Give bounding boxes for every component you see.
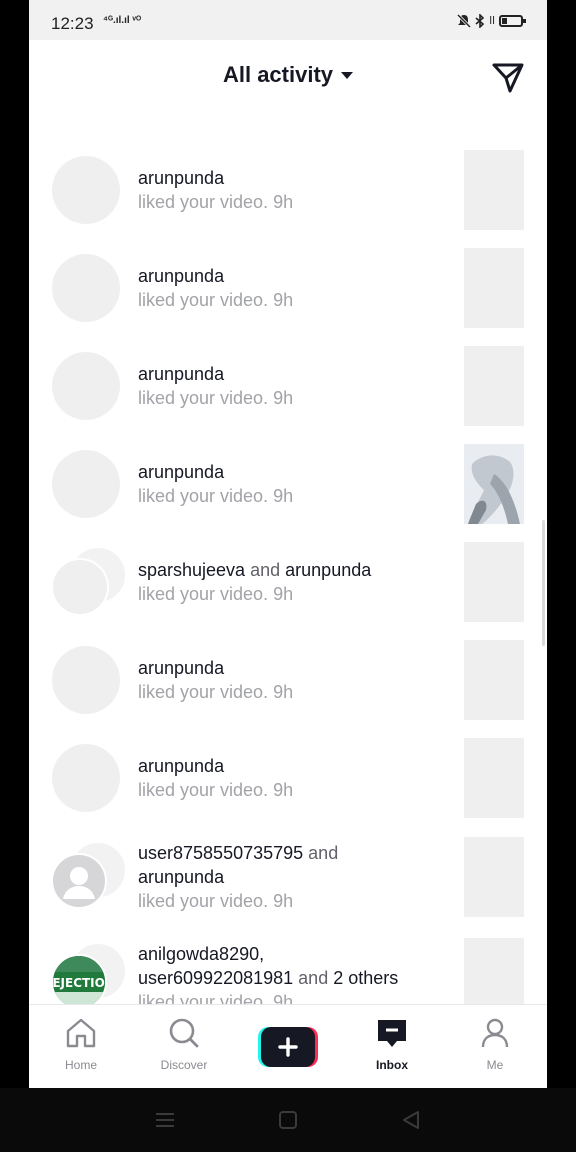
action-text: liked your video. — [138, 891, 269, 911]
list-item[interactable]: arunpunda liked your video. 9h — [29, 738, 547, 836]
timestamp: 9h — [273, 486, 294, 506]
home-icon — [66, 1018, 96, 1048]
action-text: liked your video. — [138, 486, 269, 506]
nav-label: Me — [486, 1058, 504, 1072]
app-screen: 12:23 ⁴ᴳ.ıl.ıl ᵛᴼ ǀǀ All activity arunpu… — [29, 0, 547, 1088]
nav-label: Discover — [160, 1058, 208, 1072]
action-text: liked your video. — [138, 780, 269, 800]
timestamp: 9h — [273, 388, 294, 408]
action-text: liked your video. — [138, 290, 269, 310]
status-bar: 12:23 ⁴ᴳ.ıl.ıl ᵛᴼ ǀǀ — [29, 0, 547, 40]
paper-plane-icon[interactable] — [491, 60, 525, 94]
username[interactable]: arunpunda — [138, 656, 458, 680]
video-thumbnail[interactable] — [464, 248, 524, 328]
page-title[interactable]: All activity — [223, 62, 333, 87]
username[interactable]: sparshujeeva — [138, 560, 245, 580]
username[interactable]: arunpunda — [138, 166, 458, 190]
others-link[interactable]: 2 others — [333, 968, 398, 988]
inbox-icon — [378, 1020, 406, 1047]
timestamp: 9h — [273, 192, 294, 212]
avatar[interactable]: REJECTION — [51, 954, 107, 1004]
nav-me[interactable]: Me — [455, 1017, 535, 1072]
action-text: liked your video. — [138, 192, 269, 212]
username[interactable]: user609922081981 — [138, 968, 293, 988]
system-nav-bar — [0, 1088, 576, 1152]
list-item[interactable]: arunpunda liked your video. 9h — [29, 640, 547, 738]
nav-label: Inbox — [376, 1058, 408, 1072]
action-text: liked your video. — [138, 584, 269, 604]
avatar[interactable] — [51, 558, 109, 616]
avatar[interactable] — [52, 352, 120, 420]
nav-inbox[interactable]: Inbox — [352, 1017, 432, 1072]
conjunction-text: and — [250, 560, 281, 580]
list-item[interactable]: arunpunda liked your video. 9h — [29, 150, 547, 248]
video-thumbnail[interactable] — [464, 738, 524, 818]
search-icon — [169, 1018, 199, 1048]
video-thumbnail[interactable] — [464, 150, 524, 230]
timestamp: 9h — [273, 891, 294, 911]
video-thumbnail[interactable] — [464, 938, 524, 1004]
battery-icon — [499, 15, 526, 27]
bluetooth-icon — [475, 14, 485, 28]
avatar[interactable] — [52, 744, 120, 812]
username[interactable]: arunpunda — [285, 560, 371, 580]
username[interactable]: anilgowda8290, — [138, 942, 458, 966]
action-text: liked your video. — [138, 388, 269, 408]
list-item[interactable]: arunpunda liked your video. 9h — [29, 248, 547, 346]
list-item[interactable]: REJECTION anilgowda8290, user60992208198… — [29, 938, 547, 1004]
nav-home[interactable]: Home — [41, 1017, 121, 1072]
username[interactable]: arunpunda — [138, 754, 458, 778]
conjunction-text: and — [298, 968, 329, 988]
home-square-icon[interactable] — [279, 1111, 297, 1129]
timestamp: 9h — [273, 290, 294, 310]
avatar[interactable] — [52, 254, 120, 322]
username[interactable]: user8758550735795 — [138, 843, 303, 863]
video-thumbnail[interactable] — [464, 346, 524, 426]
video-thumbnail[interactable] — [464, 444, 524, 524]
caret-down-icon[interactable] — [341, 72, 354, 80]
timestamp: 9h — [273, 780, 294, 800]
scrollbar[interactable] — [542, 520, 545, 646]
rejection-logo-text: REJECTION — [51, 976, 107, 990]
activity-filter-dropdown[interactable]: All activity — [29, 62, 547, 88]
timestamp: 9h — [273, 682, 294, 702]
menu-icon[interactable] — [156, 1112, 174, 1128]
status-icons: ǀǀ — [457, 14, 526, 28]
video-thumbnail[interactable] — [464, 640, 524, 720]
list-item[interactable]: arunpunda liked your video. 9h — [29, 346, 547, 444]
timestamp: 9h — [273, 584, 294, 604]
list-item[interactable]: arunpunda liked your video. 9h — [29, 444, 547, 542]
username[interactable]: arunpunda — [138, 865, 458, 889]
back-triangle-icon[interactable] — [402, 1110, 420, 1130]
nav-label: Home — [64, 1058, 97, 1072]
username[interactable]: arunpunda — [138, 362, 458, 386]
list-item[interactable] — [29, 114, 547, 126]
username[interactable]: arunpunda — [138, 264, 458, 288]
conjunction-text: and — [308, 843, 339, 863]
person-icon — [481, 1018, 509, 1048]
avatar[interactable] — [52, 156, 120, 224]
timestamp: 9h — [273, 992, 294, 1004]
avatar[interactable] — [52, 450, 120, 518]
header: All activity — [29, 40, 547, 114]
list-item[interactable]: sparshujeeva and arunpunda liked your vi… — [29, 542, 547, 640]
nav-discover[interactable]: Discover — [144, 1017, 224, 1072]
create-button[interactable] — [258, 1027, 318, 1067]
action-text: liked your video. — [138, 682, 269, 702]
status-time: 12:23 — [51, 14, 94, 33]
video-thumbnail[interactable] — [464, 837, 524, 917]
video-thumbnail[interactable] — [464, 542, 524, 622]
mute-icon — [457, 14, 472, 28]
avatar[interactable] — [52, 646, 120, 714]
list-item[interactable]: user8758550735795 and arunpunda liked yo… — [29, 837, 547, 947]
signal-indicator: ⁴ᴳ.ıl.ıl ᵛᴼ — [103, 15, 142, 26]
username[interactable]: arunpunda — [138, 460, 458, 484]
avatar[interactable] — [51, 853, 107, 909]
activity-list[interactable]: arunpunda liked your video. 9h arunpunda… — [29, 114, 547, 1004]
action-text: liked your video. — [138, 992, 269, 1004]
bottom-nav: Home Discover Inbox Me — [29, 1004, 547, 1088]
